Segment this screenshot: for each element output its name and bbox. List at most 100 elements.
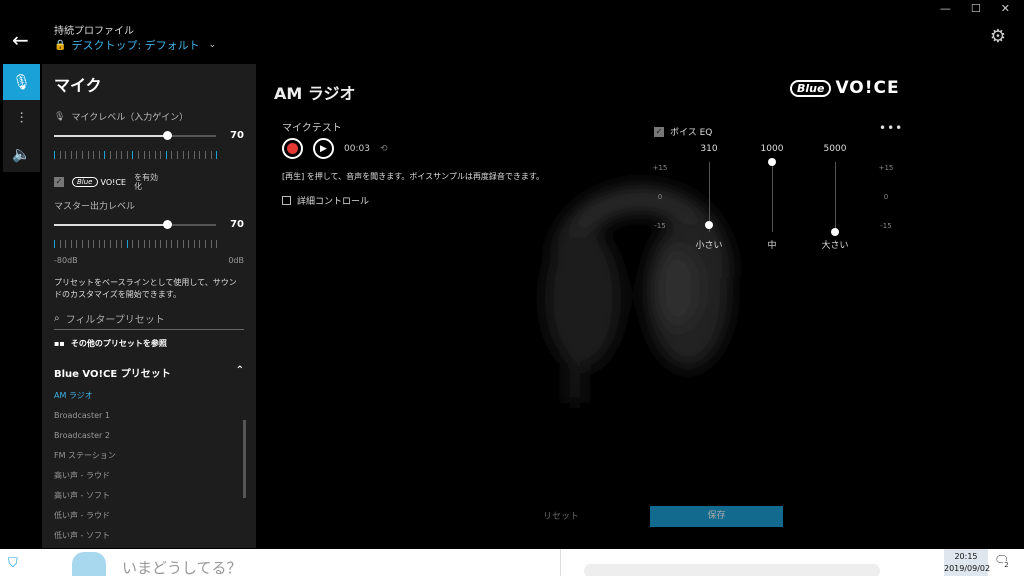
rail-item-equalizer[interactable]: ⫶ <box>3 100 40 136</box>
back-arrow-icon[interactable]: ← <box>12 28 29 52</box>
play-button[interactable]: ▶ <box>313 138 334 159</box>
preset-item[interactable]: 低い声 - ソフト <box>54 526 244 546</box>
eq-scale-bottom-left: -15 <box>654 222 666 230</box>
settings-gear-icon[interactable]: ⚙ <box>990 26 1006 47</box>
slider-fill <box>54 135 168 137</box>
meter-tick <box>182 240 184 248</box>
mic-level-label: マイクレベル（入力ゲイン） <box>71 113 189 123</box>
eq-scale-bottom-right: -15 <box>880 222 892 230</box>
minimize-icon[interactable]: — <box>940 2 951 15</box>
meter-tick <box>160 240 162 248</box>
voice-eq-toggle[interactable]: ✓ ボイス EQ <box>654 125 712 138</box>
meter-tick <box>115 151 117 159</box>
voice-eq-checkbox[interactable]: ✓ <box>654 126 664 137</box>
eq-band-track[interactable] <box>835 162 836 232</box>
nav-rail: 🎙 ⫶ 🔈 <box>3 64 40 172</box>
mic-test-hint: [再生] を押して、音声を聞きます。ボイスサンプルは再度録音できます。 <box>282 172 545 181</box>
notification-center[interactable]: 🗨 2 <box>994 553 1011 570</box>
meter-tick <box>182 151 184 159</box>
slider-knob[interactable] <box>163 131 173 140</box>
eq-band-freq: 310 <box>700 144 718 154</box>
eq-band-knob[interactable] <box>831 228 839 236</box>
preset-list: AM ラジオ Broadcaster 1 Broadcaster 2 FM ステ… <box>54 386 244 546</box>
chevron-down-icon: ⌄ <box>208 40 217 50</box>
preset-item[interactable]: AM ラジオ <box>54 386 244 406</box>
preset-description: プリセットをベースラインとして使用して、サウンドのカスタマイズを開始できます。 <box>54 278 237 299</box>
preset-scrollbar[interactable] <box>243 420 246 498</box>
taskbar-clock[interactable]: 20:15 2019/09/02 <box>944 549 991 576</box>
profile-value: デスクトップ: デフォルト <box>71 39 200 52</box>
meter-tick <box>70 151 72 159</box>
rail-item-speaker[interactable]: 🔈 <box>3 136 40 172</box>
db-range: -80dB 0dB <box>54 256 244 265</box>
slider-knob[interactable] <box>163 220 173 229</box>
reset-button[interactable]: リセット <box>528 507 594 527</box>
profile-selector[interactable]: 🔒 デスクトップ: デフォルト ⌄ <box>54 37 216 53</box>
rail-item-microphone[interactable]: 🎙 <box>3 64 40 100</box>
mic-level-slider[interactable]: 70 <box>54 129 244 143</box>
meter-tick <box>193 151 195 159</box>
preset-item[interactable]: 低い声 - ラウド <box>54 506 244 526</box>
blue-voice-checkbox[interactable]: ✓ <box>54 177 64 187</box>
mic-panel: マイク 🎙 マイクレベル（入力ゲイン） 70 ✓ Blue VO!CE を有効化… <box>42 64 256 548</box>
eq-band-track[interactable] <box>772 162 773 232</box>
meter-tick <box>98 240 100 248</box>
mic-level-row: 🎙 マイクレベル（入力ゲイン） <box>54 110 244 124</box>
eq-band-knob[interactable] <box>705 221 713 229</box>
preset-item[interactable]: 高い声 - ラウド <box>54 466 244 486</box>
browse-presets-button[interactable]: ▪▪ その他のプリセットを参照 <box>54 338 244 349</box>
preset-item[interactable]: 高い声 - ソフト <box>54 486 244 506</box>
meter-tick <box>98 151 100 159</box>
master-level-meter <box>54 240 244 248</box>
meter-tick <box>132 151 134 159</box>
meter-tick <box>93 240 95 248</box>
more-options-icon[interactable]: ••• <box>879 121 903 135</box>
record-button[interactable] <box>282 138 303 159</box>
meter-tick <box>154 240 156 248</box>
taskbar-search-field[interactable] <box>584 564 880 576</box>
eq-band-knob[interactable] <box>768 158 776 166</box>
meter-tick <box>132 240 134 248</box>
microphone-icon: 🎙 <box>11 73 32 91</box>
advanced-controls-checkbox[interactable] <box>282 196 291 205</box>
meter-tick <box>216 240 218 248</box>
meter-tick <box>177 240 179 248</box>
meter-tick <box>109 240 111 248</box>
shield-icon[interactable]: ⛉ <box>8 556 18 571</box>
preset-item[interactable]: FM ステーション <box>54 446 244 466</box>
preset-item[interactable]: Broadcaster 2 <box>54 426 244 446</box>
clock-date: 2019/09/02 <box>944 564 991 573</box>
meter-tick <box>171 151 173 159</box>
meter-tick <box>149 240 151 248</box>
meter-tick <box>87 240 89 248</box>
maximize-icon[interactable]: ☐ <box>971 2 981 15</box>
meter-tick <box>188 151 190 159</box>
save-button[interactable]: 保存 <box>650 506 783 527</box>
eq-band-freq: 5000 <box>823 144 847 154</box>
blue-voice-enable-label: を有効化 <box>133 173 158 191</box>
eq-scale-mid-left: 0 <box>657 193 663 201</box>
speaker-icon: 🔈 <box>12 145 31 163</box>
meter-tick <box>188 240 190 248</box>
equalizer-icon: ⫶ <box>19 109 24 127</box>
preset-filter-input[interactable]: ⌕ フィルタープリセット <box>54 311 244 330</box>
mic-level-meter <box>54 151 244 159</box>
notification-count: 2 <box>1002 561 1011 570</box>
preset-section-header[interactable]: Blue VO!CE プリセット ⌃ <box>54 365 244 380</box>
chevron-up-icon[interactable]: ⌃ <box>236 365 244 380</box>
master-level-label: マスター出力レベル <box>54 202 136 212</box>
advanced-controls-toggle[interactable]: 詳細コントロール <box>282 194 369 207</box>
eq-scale-mid-right: 0 <box>883 193 889 201</box>
master-level-slider[interactable]: 70 <box>54 218 244 232</box>
meter-tick <box>59 240 61 248</box>
meter-tick <box>59 151 61 159</box>
meter-tick <box>177 151 179 159</box>
avatar[interactable] <box>72 552 106 576</box>
blue-voice-toggle-row[interactable]: ✓ Blue VO!CE を有効化 <box>54 173 244 191</box>
close-icon[interactable]: ✕ <box>1001 2 1010 15</box>
db-max-label: 0dB <box>228 256 244 265</box>
meter-tick <box>149 151 151 159</box>
loop-icon[interactable]: ⟲ <box>380 144 388 154</box>
preset-item[interactable]: Broadcaster 1 <box>54 406 244 426</box>
tweet-input-placeholder[interactable]: いまどうしてる？ <box>122 557 242 576</box>
